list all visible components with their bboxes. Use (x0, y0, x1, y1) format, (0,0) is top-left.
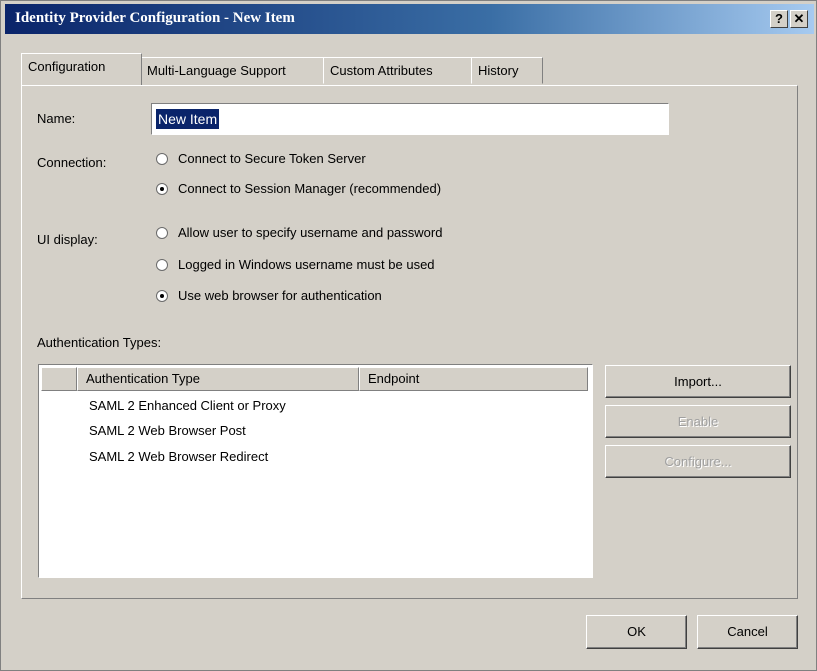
column-header-blank[interactable] (41, 367, 77, 391)
radio-secure-token-server[interactable]: Connect to Secure Token Server (156, 151, 366, 166)
name-input[interactable]: New Item (151, 103, 669, 135)
tab-configuration[interactable]: Configuration (21, 53, 142, 85)
cancel-button[interactable]: Cancel (697, 615, 798, 649)
radio-indicator (156, 258, 168, 271)
name-input-value: New Item (156, 109, 220, 129)
radio-label: Use web browser for authentication (178, 288, 382, 303)
column-header-auth-type[interactable]: Authentication Type (77, 367, 359, 391)
tab-multi-language-support[interactable]: Multi-Language Support (140, 57, 325, 84)
dialog-window: Identity Provider Configuration - New It… (0, 0, 817, 671)
radio-label: Allow user to specify username and passw… (178, 225, 443, 240)
auth-types-label: Authentication Types: (37, 335, 162, 350)
close-button[interactable]: ✕ (790, 10, 808, 28)
list-item[interactable]: SAML 2 Web Browser Redirect (89, 449, 268, 464)
radio-indicator (156, 152, 168, 165)
radio-label: Logged in Windows username must be used (178, 257, 435, 272)
radio-indicator (156, 289, 168, 302)
tab-history[interactable]: History (471, 57, 543, 84)
radio-label: Connect to Session Manager (recommended) (178, 181, 442, 196)
radio-indicator (156, 226, 168, 239)
enable-button[interactable]: Enable (605, 405, 791, 438)
radio-label: Connect to Secure Token Server (178, 151, 366, 166)
list-item[interactable]: SAML 2 Enhanced Client or Proxy (89, 398, 286, 413)
column-header-endpoint[interactable]: Endpoint (359, 367, 588, 391)
tab-custom-attributes[interactable]: Custom Attributes (323, 57, 473, 84)
radio-indicator (156, 182, 168, 195)
radio-allow-username-password[interactable]: Allow user to specify username and passw… (156, 225, 442, 240)
list-item[interactable]: SAML 2 Web Browser Post (89, 423, 246, 438)
help-button[interactable]: ? (770, 10, 788, 28)
radio-session-manager[interactable]: Connect to Session Manager (recommended) (156, 181, 441, 196)
title-bar[interactable]: Identity Provider Configuration - New It… (5, 4, 814, 34)
ui-display-label: UI display: (37, 232, 98, 247)
configure-button[interactable]: Configure... (605, 445, 791, 478)
auth-type-cell: SAML 2 Web Browser Post (89, 423, 246, 438)
name-label: Name: (37, 111, 76, 126)
window-title: Identity Provider Configuration - New It… (15, 10, 295, 26)
auth-type-cell: SAML 2 Enhanced Client or Proxy (89, 398, 286, 413)
radio-logged-in-windows-username[interactable]: Logged in Windows username must be used (156, 257, 435, 272)
ok-button[interactable]: OK (586, 615, 687, 649)
import-button[interactable]: Import... (605, 365, 791, 398)
auth-type-cell: SAML 2 Web Browser Redirect (89, 449, 269, 464)
auth-types-list[interactable]: Authentication Type Endpoint SAML 2 Enha… (38, 364, 593, 578)
connection-label: Connection: (37, 155, 107, 170)
radio-web-browser-auth[interactable]: Use web browser for authentication (156, 288, 382, 303)
